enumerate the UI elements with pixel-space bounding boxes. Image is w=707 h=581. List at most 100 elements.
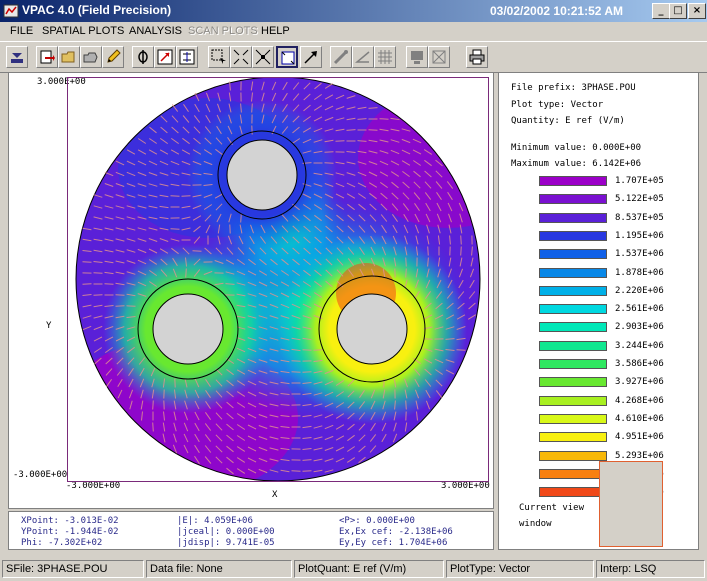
window-label: window [519,519,552,529]
pencil-icon [107,49,121,63]
jceal-readout: |jceal|: 0.000E+00 [177,527,275,537]
download-icon [11,53,23,63]
legend-value: 3.586E+06 [615,359,664,369]
zoom-region-icon [157,49,173,65]
field-vector [405,400,407,410]
legend-row: 1.878E+06 [539,267,699,280]
status-plotquant: PlotQuant: E ref (V/m) [294,560,444,578]
field-vector [427,246,429,256]
legend-swatch [539,212,607,223]
export-button[interactable] [36,46,58,68]
grid-icon [378,50,392,64]
print-button[interactable] [466,46,488,68]
status-datafile: Data file: None [146,560,292,578]
field-vector [115,294,125,296]
legend-row: 1.537E+06 [539,249,699,261]
arrow-button[interactable] [300,46,322,68]
window-title: VPAC 4.0 (Field Precision) [22,3,172,17]
legend-swatch [539,267,607,278]
legend-value: 2.903E+06 [615,322,664,333]
menu-analysis[interactable]: ANALYSIS [129,25,182,37]
status-sfile: SFile: 3PHASE.POU [2,560,144,578]
field-plot-frame[interactable] [67,77,489,482]
menu-spatial-plots[interactable]: SPATIAL PLOTS [42,25,124,37]
field-vector [324,162,334,164]
legend-value: 2.220E+06 [615,285,664,296]
y-axis-label: Y [46,321,52,331]
plot-panel: 3.000E+00 -3.000E+00 -3.000E+00 3.000E+0… [8,72,494,509]
ypoint-readout: YPoint: -1.944E-02 [21,527,119,537]
legend-swatch [539,413,607,424]
minimum-value: Minimum value: 0.000E+00 [511,143,642,153]
legend-swatch [539,450,607,461]
x-axis-label: X [272,490,278,500]
select-region-button[interactable] [208,46,230,68]
info-panel: File prefix: 3PHASE.POU Plot type: Vecto… [498,72,699,550]
field-vector [170,195,180,197]
window-datetime: 03/02/2002 10:21:52 AM [490,4,623,18]
minimize-button[interactable]: _ [652,3,670,19]
legend-swatch [539,249,607,260]
open-folder-button[interactable] [58,46,80,68]
field-vector [335,140,345,142]
ex-readout: Ex,Ex cef: -2.138E+06 [339,527,453,537]
field-contour-plot [75,78,481,481]
field-vector [291,360,301,362]
field-vector [302,470,312,472]
menu-help[interactable]: HELP [261,25,290,37]
field-vector [152,400,154,410]
maximize-button[interactable]: □ [669,3,687,19]
shrink-button[interactable] [230,46,252,68]
legend-value: 4.268E+06 [615,395,664,406]
field-vector [185,268,187,278]
legend-swatch [539,487,607,498]
zoom-region-button[interactable] [154,46,176,68]
field-vector [379,118,389,120]
field-vector [93,294,103,296]
legend-row: 1.707E+05 [539,176,699,188]
zoom-fit-button[interactable] [176,46,198,68]
legend-value: 4.951E+06 [615,432,664,443]
menu-scan-plots: SCAN PLOTS [188,25,258,37]
legend-row: 2.903E+06 [539,322,699,334]
probe-button[interactable] [330,46,352,68]
field-vector [405,268,407,278]
download-button[interactable] [6,46,28,68]
status-plottype: PlotType: Vector [446,560,594,578]
fit-view-button[interactable] [276,46,298,68]
angle-button[interactable] [352,46,374,68]
field-vector [405,257,407,267]
legend-value: 1.195E+06 [615,230,664,241]
expand-icon [255,49,271,65]
grid-button[interactable] [374,46,396,68]
phi-button[interactable] [132,46,154,68]
field-vector [240,213,242,223]
legend-swatch [539,377,607,388]
no-display-button[interactable] [428,46,450,68]
top-conductor [226,139,298,211]
quantity: Quantity: E ref (V/m) [511,116,625,126]
expand-button[interactable] [252,46,274,68]
x-min-label: -3.000E+00 [66,481,121,491]
close-button[interactable]: × [688,3,706,19]
legend-value: 5.293E+06 [615,450,664,461]
pencil-button[interactable] [102,46,124,68]
legend-row: 3.244E+06 [539,340,699,353]
e-magnitude-readout: |E|: 4.059E+06 [177,516,253,526]
open-file-button[interactable] [80,46,102,68]
field-vector [93,272,103,274]
field-vector [368,129,378,131]
current-view-window[interactable] [599,461,663,547]
legend-row: 8.537E+05 [539,212,699,225]
angle-icon [355,51,370,63]
field-vector [170,228,180,230]
menu-file[interactable]: FILE [10,25,33,37]
display-button[interactable] [406,46,428,68]
field-vector [302,371,312,373]
legend-swatch [539,432,607,443]
plot-type: Plot type: Vector [511,100,604,110]
legend-row: 2.220E+06 [539,285,699,298]
legend-row: 2.561E+06 [539,304,699,316]
print-icon [469,49,485,65]
legend-swatch [539,340,607,351]
